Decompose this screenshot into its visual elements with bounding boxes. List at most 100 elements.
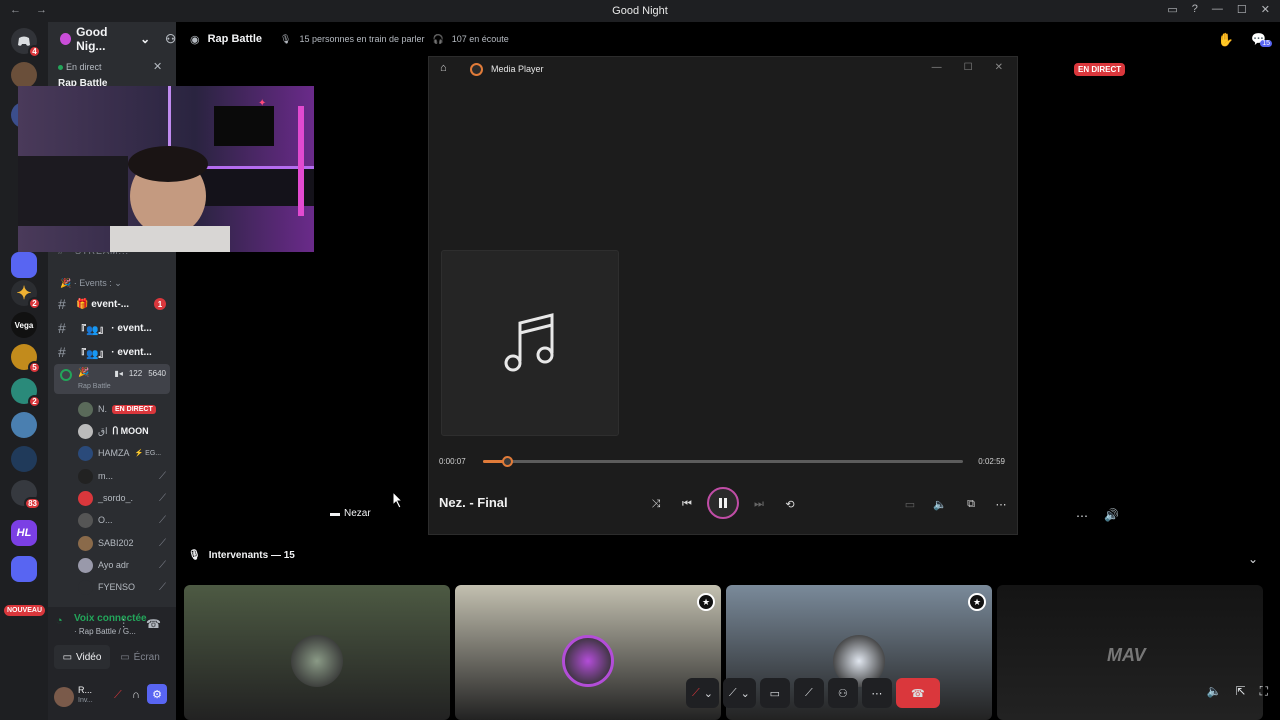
more-icon: ⋯ — [871, 687, 883, 700]
vega-server[interactable]: Vega — [11, 312, 37, 338]
server-folder[interactable] — [11, 252, 37, 278]
disconnect-icon[interactable]: ☎ — [146, 617, 161, 631]
voice-user[interactable]: HAMZA ⚡ EG... — [78, 443, 170, 463]
guild-boost-icon — [60, 33, 72, 45]
speaker-tile[interactable]: ★ — [455, 585, 721, 720]
soundboard-icon[interactable]: ⫶ — [122, 617, 125, 632]
server-icon[interactable]: 2 — [11, 378, 41, 408]
voice-user[interactable]: _sordo_. ⟋ — [78, 488, 170, 508]
more-icon[interactable]: ⋯ — [990, 493, 1012, 515]
guild-name: Good Nig... — [76, 25, 108, 53]
mouse-cursor — [393, 492, 403, 508]
voice-connected-channel[interactable]: · Rap Battle / G... — [74, 627, 136, 636]
server-folder[interactable]: 83 — [11, 480, 41, 510]
voice-user[interactable]: FYENSO ⟋ — [78, 577, 170, 597]
stage-icon: ◉ — [190, 33, 200, 46]
avatar[interactable] — [54, 687, 74, 707]
voice-user[interactable]: SABI202 ⟋ — [78, 533, 170, 553]
close-icon[interactable]: ✕ — [153, 60, 162, 73]
window-controls: ▭ ? — ☐ ✕ — [1167, 3, 1270, 16]
media-player-window[interactable]: ⌂ Media Player — ☐ ✕ 0:00:07 0:02:59 Nez… — [428, 56, 1018, 535]
total-time: 0:02:59 — [978, 457, 1005, 466]
add-member-icon[interactable]: ⚇ — [165, 32, 176, 46]
volume-icon[interactable]: 🔈 — [1207, 684, 1222, 699]
home-icon[interactable]: ⌂ — [440, 62, 447, 74]
channel-event-3[interactable]: # 『👥』 · event... — [58, 342, 170, 362]
previous-icon[interactable]: ⏮ — [676, 493, 698, 515]
speakers-header[interactable]: 🎙 Intervenants — 15 — [188, 550, 295, 561]
more-options-button[interactable]: ⋯ — [861, 678, 892, 708]
music-note-icon — [504, 313, 554, 372]
video-button[interactable]: ▭ Vidéo — [54, 645, 110, 669]
settings-icon[interactable]: ⚙ — [147, 684, 167, 704]
hl-server[interactable]: HL — [11, 520, 37, 546]
shuffle-icon[interactable]: ⤨ — [645, 493, 667, 515]
server-icon[interactable] — [11, 412, 37, 438]
volume-icon[interactable]: 🔈 — [929, 493, 951, 515]
close-button[interactable]: ✕ — [1261, 3, 1270, 16]
voice-user[interactable]: m... ⟋ — [78, 466, 170, 486]
subtitles-icon[interactable]: ▭ — [899, 493, 921, 515]
repeat-off-icon[interactable]: ⟲ — [779, 493, 801, 515]
logo: MAV — [1107, 645, 1146, 665]
raise-hand-icon[interactable]: ✋ — [1218, 32, 1234, 48]
speaker-move-button[interactable]: ⟋ — [793, 678, 824, 708]
mic-muted-icon[interactable]: ⟋ — [114, 689, 122, 702]
maximize-button[interactable]: ☐ — [1237, 3, 1247, 16]
dm-avatar[interactable] — [11, 62, 37, 88]
maximize-button[interactable]: ☐ — [964, 62, 973, 73]
fullscreen-icon[interactable]: ⛶ — [1260, 684, 1268, 699]
more-icon[interactable]: ⋯ — [1076, 509, 1088, 523]
inbox-window-icon[interactable]: ▭ — [1167, 3, 1177, 16]
headphones-icon[interactable]: ∩ — [132, 689, 140, 701]
invite-button[interactable]: ⚇ — [827, 678, 858, 708]
voice-user[interactable]: ﺍﻕ Ⴖ MOON — [78, 421, 170, 441]
minimize-button[interactable]: — — [1212, 3, 1223, 16]
guild-header[interactable]: Good Nig... ⌄ ⚇ — [48, 22, 176, 56]
user-status: Inv... — [78, 697, 93, 704]
current-time: 0:00:07 — [439, 457, 466, 466]
screen-share-button[interactable]: ▭ — [759, 678, 790, 708]
mic-toggle-button[interactable]: ⟋ ⌄ — [686, 678, 719, 708]
user-panel: R... Inv... ⟋ ∩ ⚙ — [48, 677, 176, 720]
next-icon[interactable]: ⏭ — [748, 493, 770, 515]
voice-user[interactable]: O... ⟋ — [78, 510, 170, 530]
seek-handle[interactable] — [502, 456, 513, 467]
channel-event-2[interactable]: # 『👥』 · event... — [58, 318, 170, 338]
webcam-preview[interactable]: ✦ — [18, 86, 314, 252]
moderator-icon: ★ — [697, 593, 715, 611]
voice-user[interactable]: N. EN DIRECT — [78, 399, 170, 419]
server-icon[interactable]: 5 — [11, 344, 41, 374]
stage-icon — [60, 369, 72, 381]
chevron-down-icon: ⌄ — [703, 687, 713, 700]
server-icon[interactable] — [11, 446, 37, 472]
channel-event-1[interactable]: # 🎁 event-... 1 — [58, 294, 170, 314]
pause-button[interactable] — [707, 487, 739, 519]
unread-badge: 1 — [154, 298, 166, 310]
miniplayer-icon[interactable]: ⧉ — [960, 493, 982, 515]
live-indicator: En direct — [58, 62, 102, 72]
seek-bar[interactable] — [483, 456, 963, 467]
camera-toggle-button[interactable]: ⟋ ⌄ — [722, 678, 756, 708]
voice-user[interactable]: Ayo adr ⟋ — [78, 555, 170, 575]
server-folder[interactable] — [11, 556, 37, 582]
screen-share-button[interactable]: ▭ Écran — [112, 645, 168, 669]
category-events[interactable]: 🎉 · Events : ⌄ — [60, 278, 122, 289]
inbox-badge: 15 — [1260, 40, 1272, 47]
speaker-tile[interactable]: MAV — [997, 585, 1263, 720]
sparkle-server[interactable]: ✦ 2 — [11, 280, 41, 310]
voice-status: Voix connectée — [74, 613, 147, 624]
volume-icon[interactable]: 🔊 — [1104, 508, 1119, 522]
chevron-down-icon[interactable]: ⌄ — [1248, 552, 1258, 566]
voice-channel-rap-battle[interactable]: 🎉 ▮◂ 122 5640 Rap Battle — [54, 364, 170, 394]
minimize-button[interactable]: — — [932, 62, 942, 73]
listener-count: 5640 — [148, 369, 166, 378]
app-title: Media Player — [491, 64, 544, 74]
close-button[interactable]: ✕ — [995, 62, 1003, 73]
popout-icon[interactable]: ⇱ — [1236, 684, 1246, 699]
leave-call-button[interactable]: ☎ — [895, 678, 940, 708]
speaker-tile[interactable] — [184, 585, 450, 720]
home-server[interactable]: 4 — [11, 28, 41, 58]
help-icon[interactable]: ? — [1192, 3, 1198, 16]
chevron-down-icon: ⌄ — [140, 32, 151, 46]
